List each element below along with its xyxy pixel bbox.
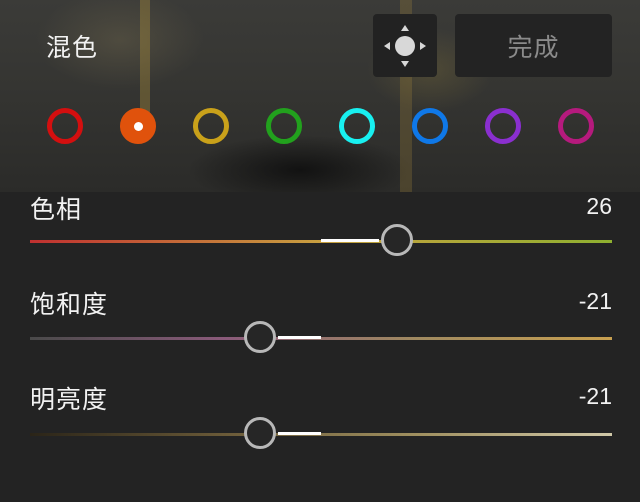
slider-change-indicator	[277, 432, 321, 435]
swatch-blue[interactable]	[412, 108, 448, 144]
hue-slider-track[interactable]	[30, 224, 612, 256]
color-swatch-row	[0, 108, 640, 146]
slider-change-indicator	[321, 239, 379, 242]
luminance-label: 明亮度	[30, 385, 109, 414]
target-adjust-icon	[384, 24, 426, 67]
done-button[interactable]: 完成	[455, 14, 612, 77]
swatch-red[interactable]	[47, 108, 83, 144]
slider-thumb[interactable]	[243, 321, 276, 353]
slider-thumb[interactable]	[243, 417, 276, 449]
luminance-value: -21	[578, 383, 612, 409]
selected-indicator-icon	[133, 121, 143, 131]
swatch-green[interactable]	[266, 108, 302, 144]
saturation-label: 饱和度	[30, 290, 109, 319]
saturation-value: -21	[578, 288, 612, 314]
slider-thumb[interactable]	[380, 224, 413, 256]
swatch-magenta[interactable]	[558, 108, 594, 144]
hue-label: 色相	[30, 195, 83, 224]
swatch-aqua[interactable]	[339, 108, 375, 144]
luminance-slider-track[interactable]	[30, 417, 612, 449]
panel-title: 混色	[46, 33, 99, 62]
target-adjust-button[interactable]	[373, 14, 437, 77]
swatch-purple[interactable]	[485, 108, 521, 144]
slider-change-indicator	[277, 336, 321, 339]
swatch-yellow[interactable]	[193, 108, 229, 144]
saturation-slider-track[interactable]	[30, 321, 612, 353]
swatch-orange[interactable]	[120, 108, 156, 144]
hue-value: 26	[586, 193, 612, 219]
